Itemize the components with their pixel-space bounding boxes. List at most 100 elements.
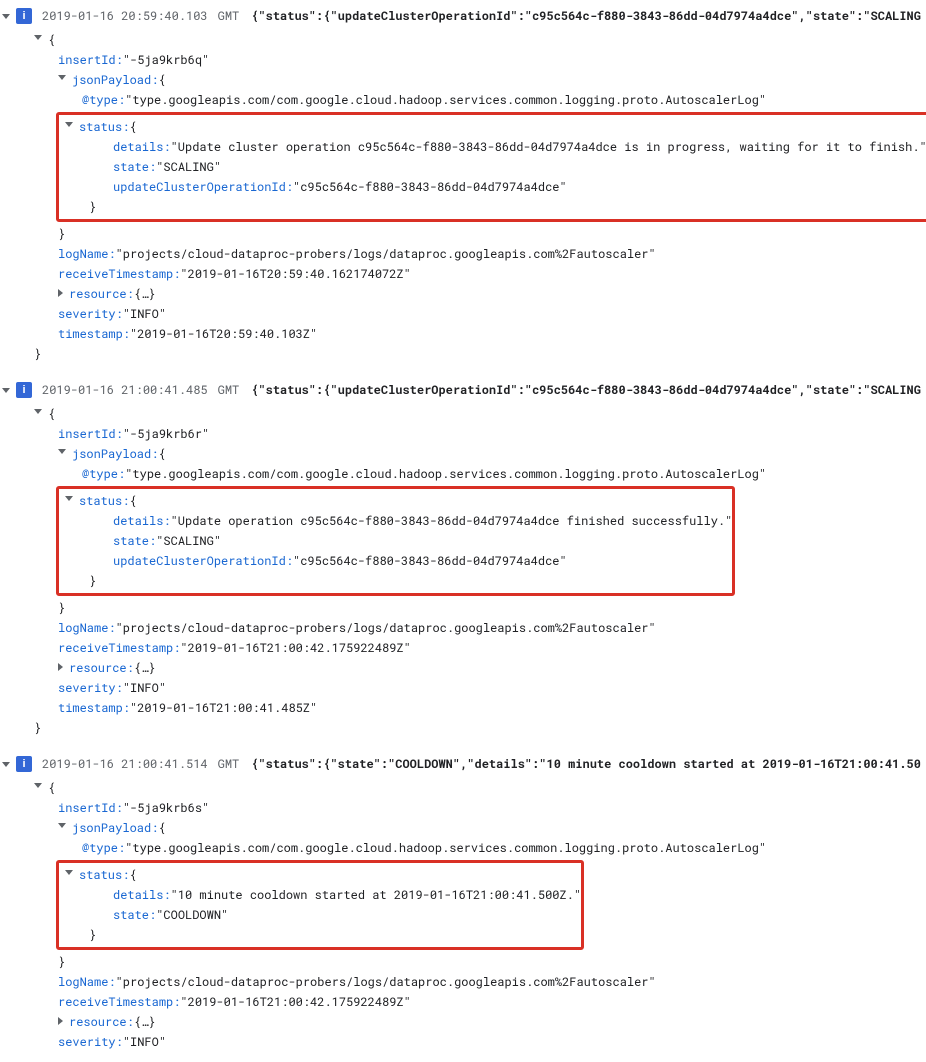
json-line: @type: "type.googleapis.com/com.google.c… — [6, 464, 926, 484]
log-summary-row[interactable]: i2019-01-16 20:59:40.103GMT{"status":{"u… — [0, 6, 926, 26]
chevron-down-icon[interactable] — [58, 449, 66, 454]
json-key: jsonPayload: — [72, 446, 158, 462]
json-key: details: — [113, 887, 171, 903]
json-value: "-5ja9krb6r" — [123, 426, 209, 442]
brace: { — [158, 446, 165, 462]
json-line: state: "SCALING" — [59, 157, 926, 177]
json-line: state: "COOLDOWN" — [59, 905, 581, 925]
json-key: logName: — [58, 246, 116, 262]
json-key: receiveTimestamp: — [58, 994, 180, 1010]
chevron-right-icon[interactable] — [58, 1017, 63, 1025]
timestamp: 2019-01-16 21:00:41.485 — [42, 382, 208, 398]
chevron-down-icon[interactable] — [65, 496, 73, 501]
json-line: details: "Update cluster operation c95c5… — [59, 137, 926, 157]
json-key: resource: — [69, 1014, 134, 1030]
json-value: {…} — [134, 286, 156, 302]
json-line[interactable]: resource: {…} — [6, 1012, 926, 1032]
json-key: resource: — [69, 286, 134, 302]
json-expanded: {insertId: "-5ja9krb6r"jsonPayload: {@ty… — [0, 400, 926, 748]
chevron-down-icon[interactable] — [34, 409, 42, 414]
json-expanded: {insertId: "-5ja9krb6s"jsonPayload: {@ty… — [0, 774, 926, 1062]
json-line: @type: "type.googleapis.com/com.google.c… — [6, 838, 926, 858]
json-line[interactable]: { — [6, 778, 926, 798]
severity-badge: i — [16, 382, 32, 398]
json-value: {…} — [134, 660, 156, 676]
json-line: timestamp: "2019-01-16T20:59:40.103Z" — [6, 324, 926, 344]
json-line[interactable]: status: { — [59, 865, 581, 885]
chevron-down-icon[interactable] — [2, 762, 10, 767]
chevron-down-icon[interactable] — [2, 14, 10, 19]
json-value: "10 minute cooldown started at 2019-01-1… — [171, 887, 581, 903]
json-line[interactable]: jsonPayload: { — [6, 444, 926, 464]
chevron-down-icon[interactable] — [65, 870, 73, 875]
json-line[interactable]: jsonPayload: { — [6, 70, 926, 90]
brace: { — [129, 119, 136, 135]
json-line[interactable]: resource: {…} — [6, 284, 926, 304]
brace: } — [58, 954, 65, 970]
json-brace-line: } — [59, 197, 926, 217]
log-summary-row[interactable]: i2019-01-16 21:00:41.485GMT{"status":{"u… — [0, 380, 926, 400]
json-key: updateClusterOperationId: — [113, 553, 293, 569]
timezone: GMT — [218, 8, 240, 24]
chevron-down-icon[interactable] — [65, 122, 73, 127]
json-line[interactable]: status: { — [59, 491, 732, 511]
json-key: severity: — [58, 680, 123, 696]
json-line: state: "SCALING" — [59, 531, 732, 551]
json-expanded: {insertId: "-5ja9krb6q"jsonPayload: {@ty… — [0, 26, 926, 374]
json-brace-line: } — [6, 224, 926, 244]
summary-json: {"status":{"state":"COOLDOWN","details":… — [251, 756, 921, 772]
brace: } — [58, 600, 65, 616]
json-line[interactable]: { — [6, 404, 926, 424]
brace: { — [48, 32, 55, 48]
json-key: timestamp: — [58, 700, 130, 716]
json-key: status: — [79, 867, 129, 883]
json-line: severity: "INFO" — [6, 1032, 926, 1052]
json-key: state: — [113, 533, 156, 549]
timezone: GMT — [218, 756, 240, 772]
severity-badge: i — [16, 8, 32, 24]
json-key: resource: — [69, 660, 134, 676]
json-value: "INFO" — [123, 680, 166, 696]
json-key: insertId: — [58, 800, 123, 816]
log-summary-row[interactable]: i2019-01-16 21:00:41.514GMT{"status":{"s… — [0, 754, 926, 774]
json-line: logName: "projects/cloud-dataproc-prober… — [6, 244, 926, 264]
json-key: @type: — [82, 840, 125, 856]
json-value: "SCALING" — [156, 533, 221, 549]
json-value: "type.googleapis.com/com.google.cloud.ha… — [125, 92, 766, 108]
chevron-right-icon[interactable] — [58, 289, 63, 297]
json-line: insertId: "-5ja9krb6q" — [6, 50, 926, 70]
json-key: state: — [113, 907, 156, 923]
json-line[interactable]: status: { — [59, 117, 926, 137]
json-key: jsonPayload: — [72, 72, 158, 88]
json-value: "2019-01-16T20:59:40.162174072Z" — [180, 266, 410, 282]
highlighted-status-box: status: {details: "Update operation c95c… — [56, 486, 735, 596]
brace: } — [89, 199, 96, 215]
chevron-down-icon[interactable] — [34, 35, 42, 40]
timezone: GMT — [218, 382, 240, 398]
json-value: "2019-01-16T21:00:41.485Z" — [130, 700, 317, 716]
chevron-down-icon[interactable] — [58, 823, 66, 828]
json-value: "2019-01-16T20:59:40.103Z" — [130, 326, 317, 342]
json-line[interactable]: resource: {…} — [6, 658, 926, 678]
chevron-down-icon[interactable] — [34, 783, 42, 788]
highlighted-status-box: status: {details: "Update cluster operat… — [56, 112, 926, 222]
json-key: jsonPayload: — [72, 820, 158, 836]
json-value: "projects/cloud-dataproc-probers/logs/da… — [116, 246, 656, 262]
json-key: severity: — [58, 306, 123, 322]
brace: { — [158, 820, 165, 836]
json-key: @type: — [82, 92, 125, 108]
timestamp: 2019-01-16 21:00:41.514 — [42, 756, 208, 772]
json-line: details: "10 minute cooldown started at … — [59, 885, 581, 905]
chevron-right-icon[interactable] — [58, 663, 63, 671]
json-line[interactable]: jsonPayload: { — [6, 818, 926, 838]
json-value: "Update operation c95c564c-f880-3843-86d… — [171, 513, 733, 529]
json-value: "projects/cloud-dataproc-probers/logs/da… — [116, 620, 656, 636]
json-line: receiveTimestamp: "2019-01-16T21:00:42.1… — [6, 992, 926, 1012]
brace: { — [48, 780, 55, 796]
json-line[interactable]: { — [6, 30, 926, 50]
chevron-down-icon[interactable] — [2, 388, 10, 393]
json-key: details: — [113, 513, 171, 529]
json-value: "-5ja9krb6q" — [123, 52, 209, 68]
json-line: details: "Update operation c95c564c-f880… — [59, 511, 732, 531]
chevron-down-icon[interactable] — [58, 75, 66, 80]
